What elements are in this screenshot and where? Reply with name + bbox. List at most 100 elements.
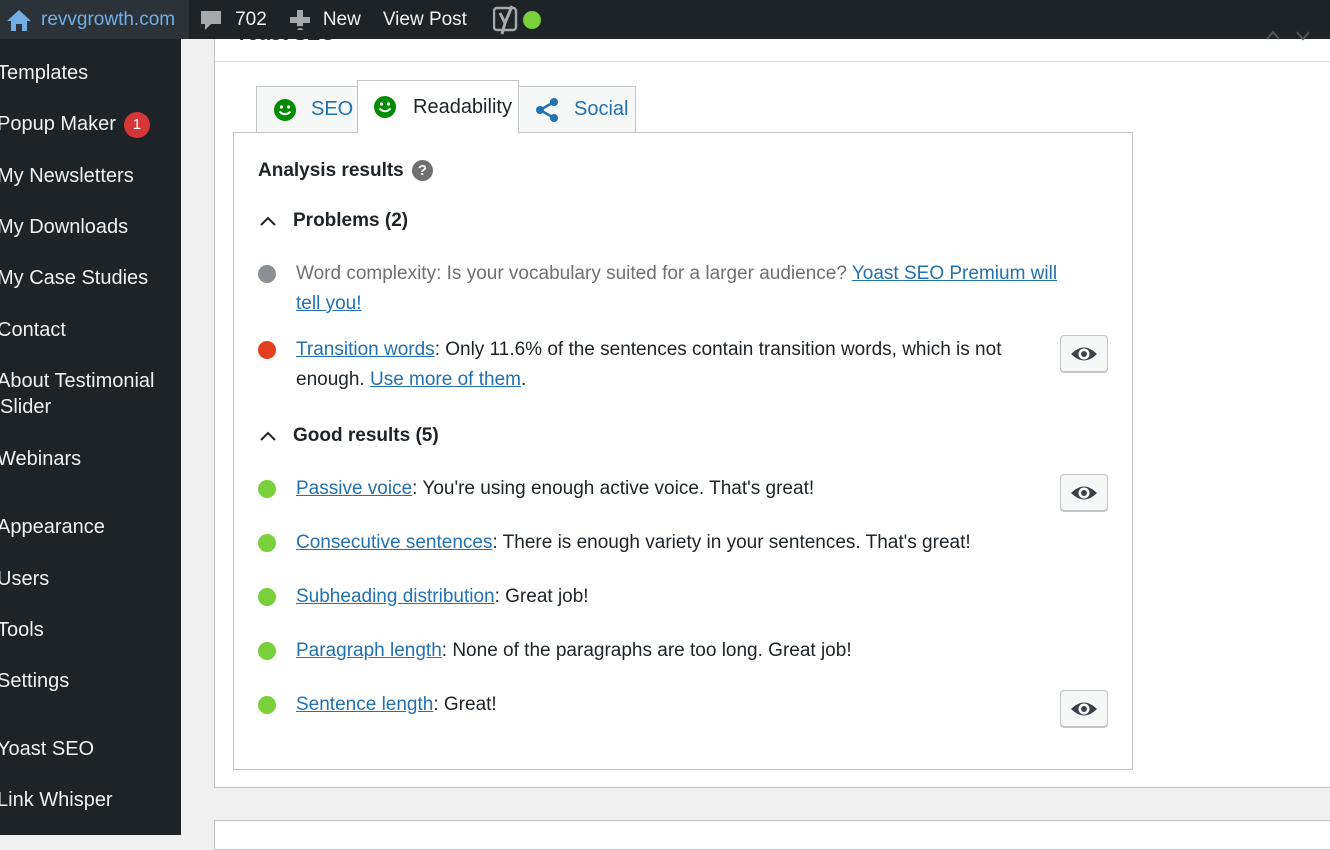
result-text: Consecutive sentences: There is enough v… (296, 528, 1076, 558)
sidebar-item-label: Appearance (0, 516, 105, 538)
result-link[interactable]: Paragraph length (296, 640, 442, 661)
result-description: : None of the paragraphs are too long. G… (441, 640, 852, 661)
sidebar-item-label: Link Whisper (0, 789, 113, 811)
sidebar-item-my-newsletters[interactable]: My Newsletters (0, 163, 181, 189)
result-text: Subheading distribution: Great job! (296, 582, 1076, 612)
sidebar-item-settings[interactable]: Settings (0, 668, 181, 694)
highlight-transition-words-button[interactable] (1060, 335, 1108, 372)
eye-icon (1071, 347, 1097, 360)
result-item-paragraph-length: Paragraph length: None of the paragraphs… (258, 636, 1068, 666)
result-text: Transition words: Only 11.6% of the sent… (296, 335, 1036, 395)
result-text: Paragraph length: None of the paragraphs… (296, 636, 1076, 666)
chevron-up-icon (260, 431, 276, 441)
result-link[interactable]: Subheading distribution (296, 586, 495, 607)
status-dot-green (258, 588, 276, 606)
sidebar-item-templates[interactable]: Templates (0, 60, 181, 86)
sidebar-item-label: My Case Studies (0, 267, 149, 289)
sidebar-item-label: Tools (0, 619, 44, 641)
result-text: Sentence length: Great! (296, 690, 1076, 720)
result-link[interactable]: Sentence length (296, 694, 433, 715)
status-dot-green (258, 642, 276, 660)
tab-label: SEO (311, 98, 354, 120)
tab-readability[interactable]: Readability (357, 80, 519, 134)
admin-sidebar: Templates Popup Maker 1 My Newsletters My… (0, 39, 181, 835)
tab-social[interactable]: Social (518, 86, 636, 133)
yoast-icon (492, 4, 518, 34)
home-icon (7, 9, 31, 31)
sidebar-item-my-case-studies[interactable]: My Case Studies (0, 265, 181, 291)
problems-toggle[interactable]: Problems (2) (259, 210, 408, 232)
seo-status-dot (522, 10, 541, 29)
tab-seo[interactable]: SEO (256, 86, 359, 133)
sidebar-item-link-whisper[interactable]: Link Whisper (0, 787, 181, 813)
result-description: : Great! (433, 694, 497, 715)
result-link[interactable]: Passive voice (296, 478, 412, 499)
next-metabox (214, 820, 1330, 850)
sidebar-item-label: My Downloads (0, 216, 129, 238)
analysis-results-heading: Analysis results (258, 160, 404, 181)
smiley-icon (274, 98, 296, 121)
site-name-label: revvgrowth.com (41, 8, 176, 30)
metabox-toggle-arrows-icon[interactable] (1263, 27, 1313, 41)
sidebar-item-about-testimonial-slider[interactable]: About Testimonial Slider (0, 368, 181, 420)
metabox-title: Yoast SEO (235, 23, 336, 45)
view-post-label: View Post (382, 8, 467, 30)
sidebar-item-contact[interactable]: Contact (0, 317, 181, 343)
admin-bar: revvgrowth.com 702 New View Post (0, 0, 1330, 39)
highlight-passive-voice-button[interactable] (1060, 474, 1108, 511)
result-description: Word complexity: Is your vocabulary suit… (296, 263, 852, 284)
status-dot-red (258, 341, 276, 359)
sidebar-item-label: About Testimonial (0, 370, 155, 392)
highlight-sentence-length-button[interactable] (1060, 690, 1108, 727)
view-post-link[interactable]: View Post (373, 0, 479, 39)
sidebar-item-label: Users (0, 568, 50, 590)
share-icon (536, 97, 558, 122)
result-item-sentence-length: Sentence length: Great! (258, 690, 1068, 720)
sidebar-item-tools[interactable]: Tools (0, 617, 181, 643)
result-description: : There is enough variety in your senten… (492, 532, 971, 553)
result-description: : Great job! (494, 586, 589, 607)
use-more-link[interactable]: Use more of them (370, 369, 521, 390)
sidebar-item-yoast-seo[interactable]: Yoast SEO (0, 736, 181, 762)
sidebar-item-webinars[interactable]: Webinars (0, 446, 181, 472)
status-dot-green (258, 534, 276, 552)
sidebar-item-label: Webinars (0, 448, 82, 470)
sidebar-item-label: Yoast SEO (0, 738, 95, 760)
sidebar-item-users[interactable]: Users (0, 566, 181, 592)
status-dot-grey (258, 265, 276, 283)
smiley-icon (374, 96, 396, 118)
sidebar-item-label: Contact (0, 319, 66, 341)
good-results-toggle[interactable]: Good results (5) (259, 425, 439, 447)
chevron-up-icon (260, 216, 276, 226)
comment-icon (201, 10, 222, 30)
sidebar-item-label: Templates (0, 62, 89, 84)
result-link[interactable]: Consecutive sentences (296, 532, 492, 553)
eye-icon (1071, 486, 1097, 499)
metabox-header-divider (215, 61, 1330, 62)
result-description: : You're using enough active voice. That… (412, 478, 815, 499)
sidebar-item-appearance[interactable]: Appearance (0, 514, 181, 540)
sidebar-item-popup-maker[interactable]: Popup Maker 1 (0, 111, 181, 138)
site-name-link[interactable]: revvgrowth.com (0, 0, 190, 39)
sidebar-item-my-downloads[interactable]: My Downloads (0, 214, 181, 240)
status-dot-green (258, 480, 276, 498)
help-icon[interactable]: ? (412, 160, 433, 181)
result-item-subheading-distribution: Subheading distribution: Great job! (258, 582, 1068, 612)
sidebar-item-label: My Newsletters (0, 165, 134, 187)
result-link[interactable]: Transition words (296, 339, 435, 360)
yoast-menu[interactable] (479, 0, 547, 39)
status-dot-green (258, 696, 276, 714)
tab-label: Readability (413, 95, 512, 118)
good-results-title: Good results (5) (293, 425, 439, 446)
problems-title: Problems (2) (293, 210, 409, 231)
update-badge: 1 (123, 112, 150, 138)
result-suffix: . (520, 369, 527, 390)
result-item-transition-words: Transition words: Only 11.6% of the sent… (258, 335, 1068, 395)
sidebar-item-label-line2: Slider (0, 396, 52, 418)
result-item-word-complexity: Word complexity: Is your vocabulary suit… (258, 259, 1068, 319)
result-text: Passive voice: You're using enough activ… (296, 474, 1076, 504)
result-item-consecutive-sentences: Consecutive sentences: There is enough v… (258, 528, 1068, 558)
eye-icon (1071, 702, 1097, 715)
sidebar-item-label: Popup Maker (0, 113, 116, 135)
result-item-passive-voice: Passive voice: You're using enough activ… (258, 474, 1068, 504)
